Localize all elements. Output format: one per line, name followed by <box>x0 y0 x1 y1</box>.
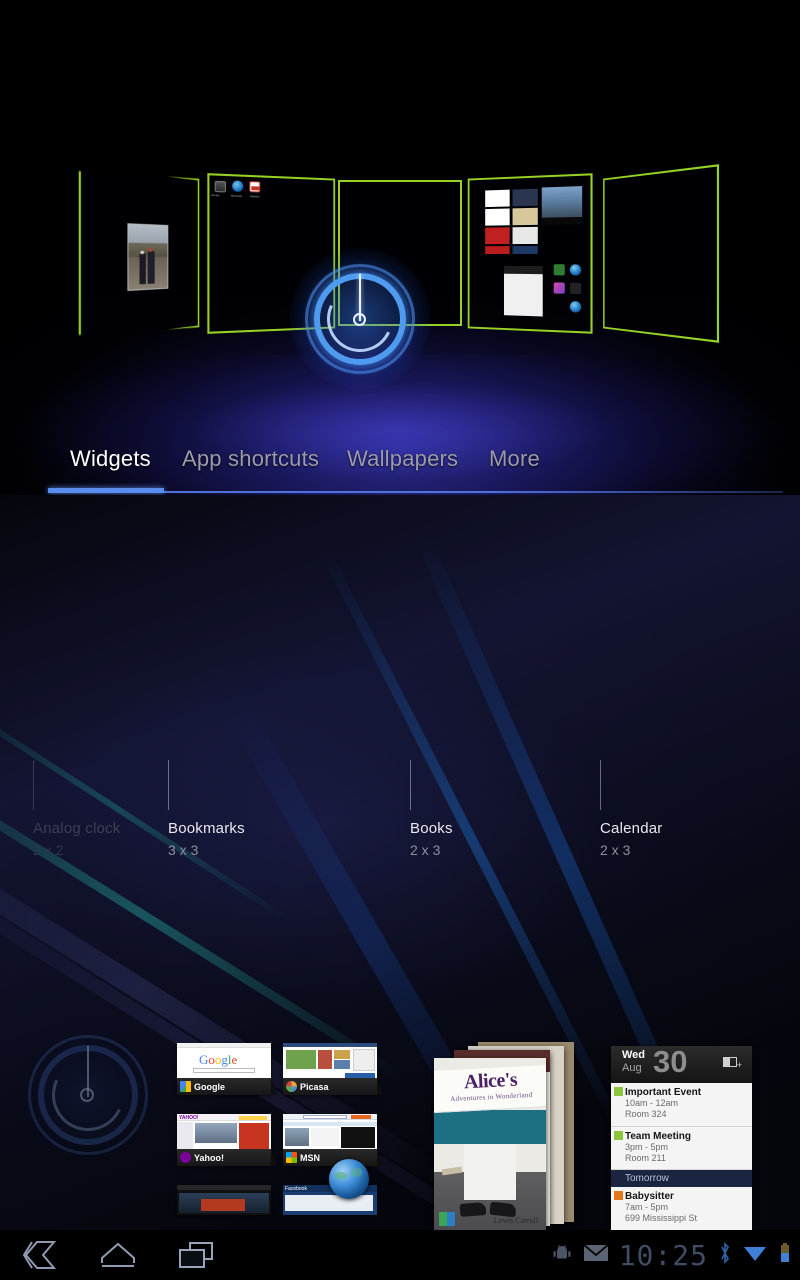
tab-widgets[interactable]: Widgets <box>70 430 151 488</box>
widget-cell-divider <box>33 760 34 810</box>
calendar-day-number: 30 <box>653 1046 688 1079</box>
calendar-day-of-week: Wed <box>622 1049 646 1061</box>
home-screen-panel-preview: Email Browser Market <box>0 0 800 495</box>
widget-size: 3 x 3 <box>168 842 199 858</box>
book-author: Lewis Carroll <box>493 1216 538 1225</box>
widget-item-calendar[interactable]: Calendar 2 x 3 <box>600 760 663 858</box>
android-notification-icon <box>551 1242 573 1269</box>
home-panel-5-content <box>605 167 717 341</box>
status-bar-icons[interactable]: 10:25 <box>551 1230 792 1280</box>
widget-cell-divider <box>600 760 601 810</box>
widget-cell-divider <box>168 760 169 810</box>
widget-picker-tray: Google Google Picasa YAHOO! Yahoo! MSN F… <box>0 495 800 1230</box>
event-time: 10am - 12am <box>625 1098 679 1108</box>
calendar-event: Important Event 10am - 12am Room 324 <box>611 1083 752 1127</box>
books-icon <box>439 1212 455 1226</box>
event-color-chip <box>614 1191 623 1200</box>
bookmark-thumb-picasa: Picasa <box>283 1043 383 1095</box>
bookmark-label: Picasa <box>300 1081 329 1092</box>
widget-name: Bookmarks <box>168 820 245 837</box>
panel4-photo-widget <box>541 186 583 218</box>
bookmark-thumb-google: Google Google <box>177 1043 277 1095</box>
msn-icon <box>286 1152 297 1163</box>
globe-icon <box>329 1159 369 1199</box>
widget-preview-analog-clock[interactable] <box>18 1025 158 1165</box>
bookmark-thumb-partial-1 <box>177 1185 271 1215</box>
photo-frame-widget <box>127 223 168 291</box>
event-location: Room 324 <box>625 1109 667 1120</box>
battery-icon <box>778 1241 792 1270</box>
android-home-customization-screen: Email Browser Market Widgets App shortcu… <box>0 0 800 1280</box>
home-panel-5[interactable] <box>603 164 720 343</box>
calendar-event: Team Meeting 3pm - 5pm Room 211 <box>611 1126 752 1170</box>
home-panel-4[interactable] <box>467 173 593 334</box>
calendar-day-separator: Tomorrow <box>611 1170 752 1187</box>
tab-more[interactable]: More <box>489 430 540 488</box>
event-title: Team Meeting <box>625 1130 691 1142</box>
home-icon[interactable] <box>90 1236 146 1274</box>
tab-active-indicator <box>48 488 164 493</box>
event-time: 7am - 5pm <box>625 1202 669 1212</box>
bookmark-thumb-yahoo: YAHOO! Yahoo! <box>177 1114 277 1166</box>
picasa-icon <box>286 1081 297 1092</box>
widget-preview-calendar[interactable]: Wed Aug 30 + Important Event 10am - 12am… <box>611 1046 752 1230</box>
panel2-app-icon-2 <box>232 180 244 192</box>
bookmark-label: Google <box>194 1081 225 1092</box>
yahoo-icon <box>180 1152 191 1163</box>
event-title: Babysitter <box>625 1191 674 1202</box>
add-event-icon[interactable]: + <box>723 1056 742 1070</box>
widget-name: Calendar <box>600 820 663 837</box>
event-color-chip <box>614 1087 623 1096</box>
event-color-chip <box>614 1130 623 1140</box>
widget-item-analog-clock[interactable]: Analog clock 2 x 2 <box>33 760 121 858</box>
book-cover-alices-adventures: Alice's Adventures in Wonderland Lewis C… <box>434 1058 546 1230</box>
home-panel-1[interactable] <box>79 164 200 342</box>
widget-item-books[interactable]: Books 2 x 3 <box>410 760 453 858</box>
tab-wallpapers[interactable]: Wallpapers <box>347 430 458 488</box>
panel2-app-icon-3 <box>249 181 261 193</box>
widget-preview-bookmarks[interactable]: Google Google Picasa YAHOO! Yahoo! MSN F… <box>177 1043 383 1215</box>
widget-size: 2 x 2 <box>33 842 64 858</box>
widget-name: Analog clock <box>33 820 121 837</box>
widget-size: 2 x 3 <box>410 842 441 858</box>
event-time: 3pm - 5pm <box>625 1141 669 1152</box>
tab-app-shortcuts[interactable]: App shortcuts <box>182 430 319 488</box>
widget-name: Books <box>410 820 453 837</box>
event-title: Important Event <box>625 1087 702 1098</box>
event-location: 699 Mississippi St <box>625 1213 698 1224</box>
widget-preview-books[interactable]: Alice's Adventures in Wonderland Lewis C… <box>420 1040 580 1230</box>
bookmark-label: Yahoo! <box>194 1152 225 1163</box>
home-panel-1-content <box>81 166 198 339</box>
bookmark-label: MSN <box>300 1152 320 1163</box>
panel2-app-icon-1 <box>214 180 227 193</box>
dragged-analog-clock-widget[interactable] <box>289 248 431 390</box>
event-location: Room 211 <box>625 1152 666 1163</box>
home-panel-4-content <box>470 175 591 331</box>
widget-item-bookmarks[interactable]: Bookmarks 3 x 3 <box>168 760 245 858</box>
recent-apps-icon[interactable] <box>168 1236 224 1274</box>
google-icon <box>180 1081 191 1092</box>
bluetooth-icon <box>718 1241 732 1270</box>
widget-cell-divider <box>410 760 411 810</box>
bookmark-thumb-msn: MSN <box>283 1114 383 1166</box>
calendar-header: Wed Aug 30 + <box>611 1046 752 1083</box>
customization-tab-bar: Widgets App shortcuts Wallpapers More <box>0 430 800 495</box>
status-bar-clock: 10:25 <box>618 1238 708 1272</box>
widget-size: 2 x 3 <box>600 842 631 858</box>
back-icon[interactable] <box>12 1236 68 1274</box>
clock-center-hub <box>353 313 366 326</box>
email-notification-icon <box>583 1243 609 1268</box>
calendar-event: Babysitter 7am - 5pm 699 Mississippi St <box>611 1187 752 1230</box>
system-navigation-bar: 10:25 <box>0 1230 800 1280</box>
wifi-icon <box>742 1242 768 1269</box>
calendar-month: Aug <box>622 1062 642 1074</box>
